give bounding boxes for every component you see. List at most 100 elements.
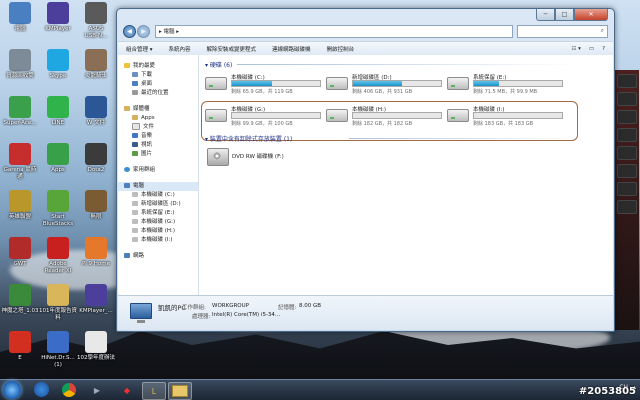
gadget-slot[interactable] [617,74,637,88]
drive-tile-d[interactable]: 新增磁碟區 (D:) 剩餘 406 GB，共 931 GB [326,73,442,97]
breadcrumb[interactable]: ▸ 電腦 ▸ [159,27,179,35]
desktop-icon[interactable]: W 文件 [77,96,115,127]
line-icon [47,96,69,118]
desktop-icon[interactable]: Pi 9 Home [77,237,115,268]
lol-icon[interactable]: L [142,382,166,400]
desktop-icon[interactable]: Apps [39,143,77,174]
desktop-icon[interactable]: 神魔之塔_1.03 [1,284,39,315]
map-network-drive-button[interactable]: 連線網路磁碟機 [264,45,319,53]
desktop-icon[interactable]: Garena 競時通 [1,143,39,180]
desktop-icon[interactable]: Super-Ace... [1,96,39,127]
lol-icon [9,190,31,212]
desktop-icon[interactable]: Skype [39,49,77,80]
desktop-icon[interactable]: 102學年度辦法 [77,331,115,362]
drive-usage-fill [232,81,272,86]
computer-header[interactable]: 電腦 [118,182,198,191]
gadget-slot[interactable] [617,110,637,124]
maximize-button[interactable]: □ [555,9,574,21]
group-header-removable[interactable]: ▾ 裝置中含有卸除式存放裝置 (1) [205,134,292,143]
desktop-icon[interactable]: GWT [1,237,39,268]
desktop-icon[interactable]: 電腦 [1,2,39,33]
desktop-icon[interactable]: Adobe Reader XI [39,237,77,274]
desktop-icon[interactable]: E [1,331,39,362]
nav-item-recent[interactable]: 最近的位置 [118,89,198,98]
desktop-icon[interactable]: KMPlayer [39,2,77,33]
nav-item-music[interactable]: 音樂 [118,132,198,141]
app-icon [85,237,107,259]
preview-pane-icon[interactable]: ▭ [589,46,594,52]
details-pane: 凱凱的PC 工作群組: WORKGROUP 記憶體: 8.00 GB 處理器: … [118,295,613,330]
network-item[interactable]: 網路 [118,252,198,261]
group-header-hdd[interactable]: ▾ 硬碟 (6) [205,60,232,69]
desktop-icon[interactable]: 炎龍騎士 [77,49,115,80]
pictures-icon [132,151,138,156]
app-icon[interactable]: ◆ [116,382,138,398]
gadget-slot[interactable] [617,200,637,214]
uninstall-program-button[interactable]: 解除安裝或變更程式 [199,45,265,53]
homegroup-icon [124,167,130,172]
dvd-drive-label[interactable]: DVD RW 磁碟機 (F:) [232,152,284,160]
sidebar-gadget[interactable] [614,70,639,330]
game-icon [85,190,107,212]
desktop-icon[interactable]: KMPlayer_... [77,284,115,315]
drive-tile-c[interactable]: 本機磁碟 (C:) 剩餘 65.9 GB，共 119 GB [205,73,321,97]
minimize-button[interactable]: ─ [536,9,555,21]
back-button[interactable]: ◀ [123,24,136,38]
nav-item-drive-c[interactable]: 本機磁碟 (C:) [118,191,198,200]
gadget-slot[interactable] [617,164,637,178]
gadget-slot[interactable] [617,92,637,106]
title-bar[interactable]: ─ □ ✕ [117,9,614,23]
desktop-icon[interactable]: HiNet.Dr.S...(1) [39,331,77,368]
view-options-icon[interactable]: ☷ ▾ [571,46,580,52]
gadget-slot[interactable] [617,182,637,196]
computer-icon [130,303,152,323]
desktop-icon[interactable]: Start BlueStacks [39,190,77,227]
nav-item-drive-i[interactable]: 本機磁碟 (I:) [118,236,198,245]
desktop-icon[interactable]: 資源回收筒 [1,49,39,80]
gadget-slot[interactable] [617,146,637,160]
search-input[interactable]: ⌕ [517,24,608,38]
system-properties-button[interactable]: 系統內容 [161,45,199,53]
close-button[interactable]: ✕ [574,9,608,21]
desktop-icon[interactable]: LINE [39,96,77,127]
drive-tile-e[interactable]: 系統保留 (E:) 剩餘 71.5 MB，共 99.9 MB [447,73,563,97]
nav-item-drive-h[interactable]: 本機磁碟 (H:) [118,227,198,236]
nav-item-pictures[interactable]: 圖片 [118,150,198,159]
desktop-icon[interactable]: 無限 [77,190,115,221]
word-icon [85,96,107,118]
drive-usage-bar [231,80,321,87]
explorer-icon[interactable] [168,382,192,400]
nav-item-apps[interactable]: Apps [118,114,198,123]
gadget-slot[interactable] [617,128,637,142]
nav-item-downloads[interactable]: 下載 [118,71,198,80]
libraries-header[interactable]: 媒體櫃 [118,105,198,114]
desktop-icon[interactable]: ASUS USB-N... [77,2,115,39]
nav-item-drive-g[interactable]: 本機磁碟 (G:) [118,218,198,227]
computer-icon [9,2,31,24]
game-icon [9,284,31,306]
desktop-icon[interactable]: 101年度報告資料 [39,284,77,321]
recycle-bin-icon [9,49,31,71]
nav-item-desktop[interactable]: 桌面 [118,80,198,89]
dvd-drive-icon [207,148,229,166]
help-icon[interactable]: ? [602,46,605,52]
desktop-icon[interactable]: 英雄聯盟 [1,190,39,221]
homegroup-item[interactable]: 家用群組 [118,166,198,175]
nav-item-documents[interactable]: 文件 [118,123,198,132]
media-player-icon[interactable]: ▶ [86,382,108,398]
ie-icon[interactable] [34,382,49,397]
workgroup-value: WORKGROUP [212,303,249,309]
kmplayer-icon [85,284,107,306]
chrome-icon[interactable] [58,382,80,398]
nav-item-drive-e[interactable]: 系統保留 (E:) [118,209,198,218]
desktop-icon-label: 神魔之塔_1.03 [1,308,39,314]
nav-item-drive-d[interactable]: 新增磁碟區 (D:) [118,200,198,209]
organize-button[interactable]: 組合管理 ▾ [118,45,161,53]
forward-button[interactable]: ▶ [137,24,150,38]
nav-item-videos[interactable]: 視訊 [118,141,198,150]
desktop-icon[interactable]: Dota2 [77,143,115,174]
favorites-header[interactable]: 我的最愛 [118,62,198,71]
start-button[interactable] [3,381,21,399]
open-control-panel-button[interactable]: 開啟控制台 [319,45,363,53]
address-bar[interactable]: ▸ 電腦 ▸ [155,24,513,38]
